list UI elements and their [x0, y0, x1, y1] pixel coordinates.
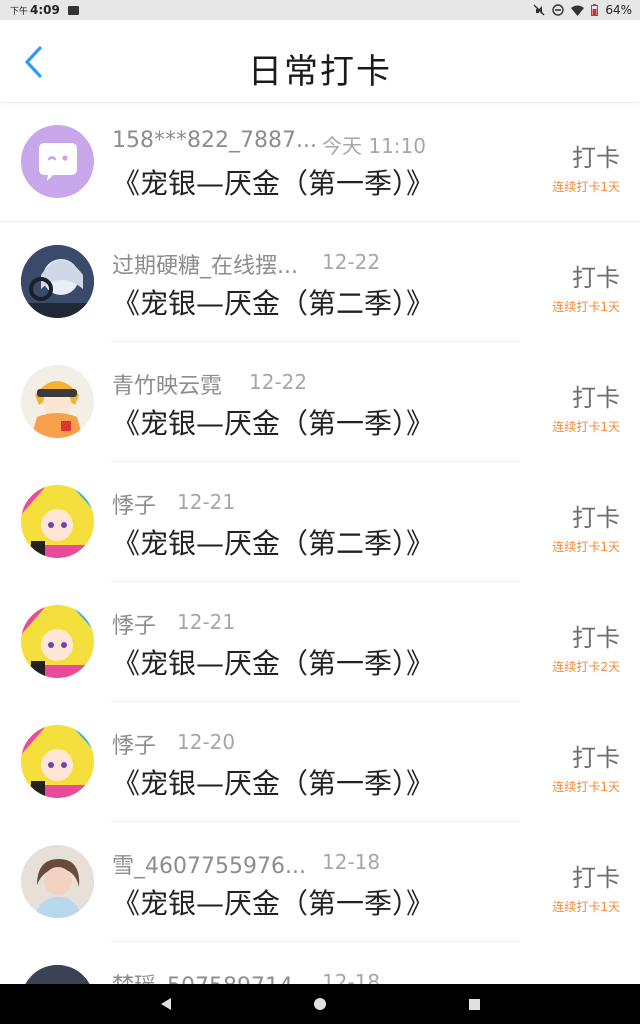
- user-name: 悸子: [112, 614, 157, 639]
- avatar[interactable]: [21, 605, 94, 678]
- user-name: 过期硬糖_在线摆...: [112, 254, 298, 279]
- mute-icon: [533, 4, 545, 16]
- page-title: 日常打卡: [248, 52, 392, 92]
- avatar[interactable]: [21, 365, 94, 438]
- checkin-label: 打卡: [572, 384, 620, 412]
- avatar[interactable]: [21, 125, 94, 198]
- user-name: 158***822_7887...: [112, 128, 317, 153]
- user-photo: [21, 245, 94, 318]
- nav-back-button[interactable]: [156, 994, 176, 1014]
- avatar[interactable]: [21, 845, 94, 918]
- streak-badge: 连续打卡1天: [552, 540, 620, 554]
- nav-home-button[interactable]: [310, 994, 330, 1014]
- nav-recents-button[interactable]: [464, 994, 484, 1014]
- book-title: 《宠银—厌金（第一季）》: [112, 647, 435, 680]
- avatar[interactable]: [21, 725, 94, 798]
- book-title: 《宠银—厌金（第二季）》: [112, 287, 435, 320]
- checkin-time: 12-22: [322, 250, 381, 274]
- checkin-time: 12-22: [249, 370, 308, 394]
- list-item[interactable]: 雪_4607755976... 12-18 《宠银—厌金（第一季）》 打卡 连续…: [0, 822, 640, 942]
- status-time: 4:09: [30, 3, 60, 17]
- checkin-time: 12-18: [322, 850, 381, 874]
- checkin-time: 12-20: [177, 730, 236, 754]
- status-bar: 下午 4:09 64%: [0, 0, 640, 20]
- image-notification-icon: [67, 5, 79, 15]
- list-item[interactable]: 158***822_7887... 今天 11:10 《宠银—厌金（第一季）》 …: [0, 102, 640, 222]
- user-photo: [21, 605, 94, 678]
- checkin-list: 158***822_7887... 今天 11:10 《宠银—厌金（第一季）》 …: [0, 102, 640, 984]
- user-photo: [21, 485, 94, 558]
- checkin-label: 打卡: [572, 624, 620, 652]
- checkin-time: 12-18: [322, 970, 381, 984]
- avatar[interactable]: [21, 485, 94, 558]
- dnd-icon: [552, 4, 565, 16]
- avatar[interactable]: [21, 245, 94, 318]
- streak-badge: 连续打卡1天: [552, 420, 620, 434]
- list-item[interactable]: 过期硬糖_在线摆... 12-22 《宠银—厌金（第二季）》 打卡 连续打卡1天: [0, 222, 640, 342]
- user-photo: [21, 365, 94, 438]
- status-ampm: 下午: [10, 6, 29, 17]
- recents-square-icon: [468, 998, 480, 1010]
- streak-badge: 连续打卡1天: [552, 900, 620, 914]
- checkin-label: 打卡: [572, 744, 620, 772]
- list-item[interactable]: 悸子 12-21 《宠银—厌金（第二季）》 打卡 连续打卡1天: [0, 462, 640, 582]
- avatar[interactable]: [21, 965, 94, 984]
- back-triangle-icon: [161, 998, 171, 1010]
- book-title: 《宠银—厌金（第一季）》: [112, 887, 435, 920]
- user-photo: [21, 845, 94, 918]
- user-name: 梦瑶_507589714...: [112, 968, 314, 984]
- user-name: 悸子: [112, 494, 157, 519]
- home-circle-icon: [314, 998, 326, 1010]
- user-name: 悸子: [112, 734, 157, 759]
- system-nav-bar: [0, 984, 640, 1024]
- user-photo: [21, 725, 94, 798]
- user-name: 雪_4607755976...: [112, 854, 306, 879]
- list-item[interactable]: 悸子 12-21 《宠银—厌金（第一季）》 打卡 连续打卡2天: [0, 582, 640, 702]
- app-header: 日常打卡: [0, 20, 640, 103]
- streak-badge: 连续打卡1天: [552, 180, 620, 194]
- list-item[interactable]: 悸子 12-20 《宠银—厌金（第一季）》 打卡 连续打卡1天: [0, 702, 640, 822]
- checkin-time: 12-21: [177, 610, 236, 634]
- book-title: 《宠银—厌金（第一季）》: [112, 167, 435, 200]
- streak-badge: 连续打卡1天: [552, 780, 620, 794]
- book-title: 《宠银—厌金（第一季）》: [112, 767, 435, 800]
- battery-percent: 64%: [605, 3, 632, 17]
- checkin-time: 今天 11:10: [322, 134, 426, 158]
- book-title: 《宠银—厌金（第一季）》: [112, 407, 435, 440]
- checkin-label: 打卡: [572, 264, 620, 292]
- streak-badge: 连续打卡2天: [552, 660, 620, 674]
- user-name: 青竹映云霓: [112, 374, 223, 399]
- checkin-time: 12-21: [177, 490, 236, 514]
- book-title: 《宠银—厌金（第二季）》: [112, 527, 435, 560]
- wifi-icon: [571, 5, 585, 16]
- list-item[interactable]: 梦瑶_507589714... 12-18: [0, 942, 640, 984]
- battery-icon: [591, 4, 599, 16]
- chat-bubble-icon: [39, 143, 77, 181]
- checkin-label: 打卡: [572, 144, 620, 172]
- user-photo: [21, 965, 94, 984]
- list-item[interactable]: 青竹映云霓 12-22 《宠银—厌金（第一季）》 打卡 连续打卡1天: [0, 342, 640, 462]
- checkin-label: 打卡: [572, 504, 620, 532]
- streak-badge: 连续打卡1天: [552, 300, 620, 314]
- checkin-label: 打卡: [572, 864, 620, 892]
